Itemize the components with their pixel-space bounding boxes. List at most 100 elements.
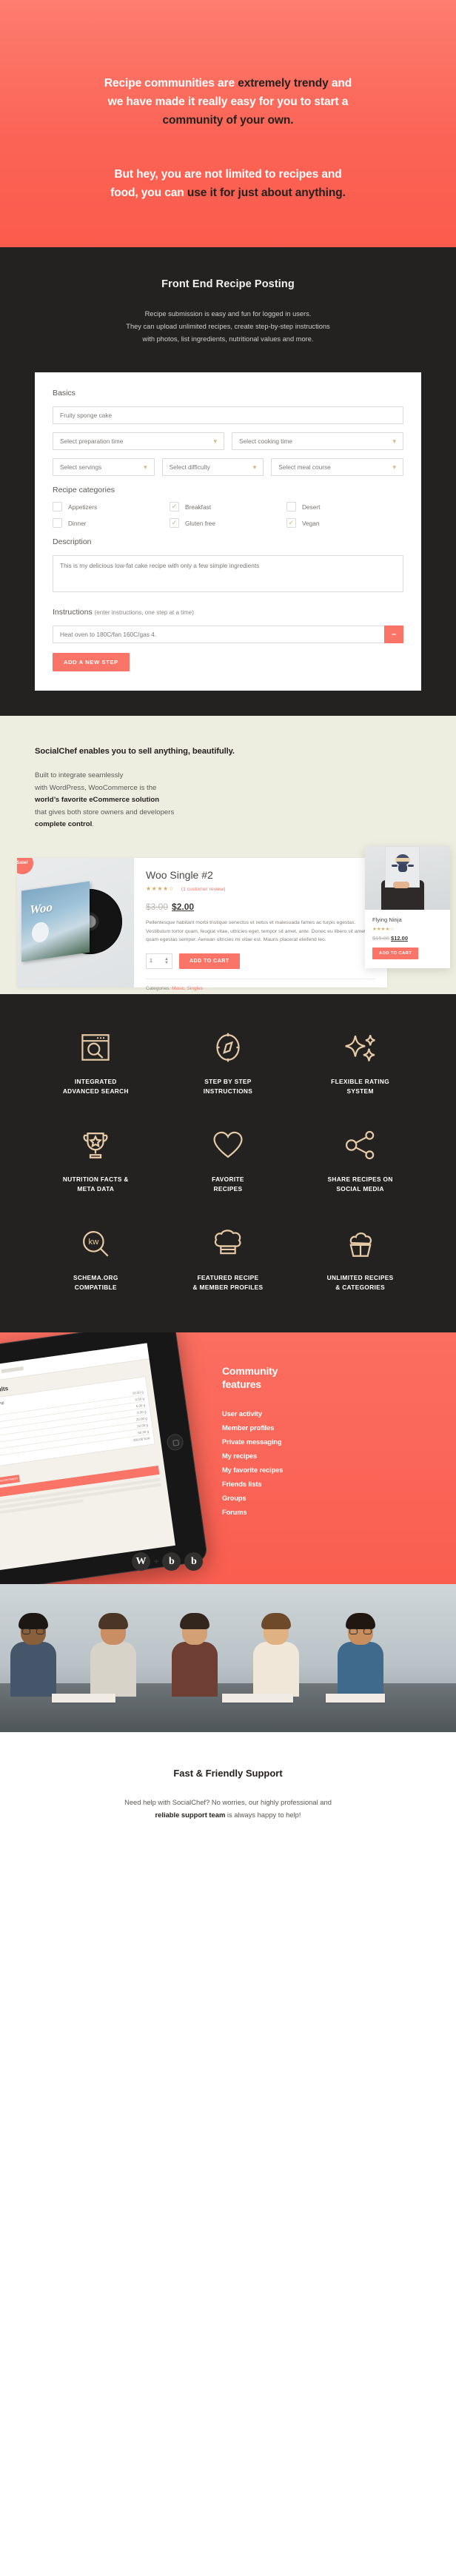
chef-hat-icon [162,1224,295,1263]
instruction-step-input[interactable] [53,625,384,644]
subtitle-line-1: Recipe submission is easy and fun for lo… [144,309,312,318]
support-body-emphasis: reliable support team [155,1810,226,1819]
tablet-home-button[interactable] [166,1433,184,1452]
compass-icon [162,1028,295,1067]
community-copy: Community features User activity Member … [222,1365,441,1523]
feature-integrated-advanced-search: INTEGRATED ADVANCED SEARCH [30,1028,162,1097]
nutrition-value: 10.00 g [136,1423,149,1429]
glasses-lens-left [349,1629,358,1635]
checkbox-box-checked[interactable]: ✓ [169,518,179,529]
hero-headline-2: we have made it really easy for you to s… [107,95,349,109]
checkbox-gluten-free[interactable]: ✓ Gluten free [169,518,286,529]
add-to-cart-button[interactable]: ADD TO CART [179,953,240,970]
detail-selects-row: Select servings ▾ Select difficulty ▾ Se… [53,458,403,477]
features-section: INTEGRATED ADVANCED SEARCH STEP BY STEP IN… [0,993,456,1333]
tablet-mockup: with a twist for adults Nutrition facts … [0,1332,222,1585]
quantity-stepper[interactable]: 1 ▲ ▼ [146,953,172,970]
sparkles-icon [294,1028,426,1067]
feature-flexible-rating-system: FLEXIBLE RATING SYSTEM [294,1028,426,1097]
heart-icon [162,1126,295,1164]
checkbox-label: Gluten free [184,519,216,527]
album-sleeve-graphic: Woo [21,881,90,962]
hero-text-1c: and [328,77,352,90]
community-heading-line2: features [222,1378,261,1390]
floating-product-title: Flying Ninja [372,916,402,923]
hero-headline-4: But hey, you are not limited to recipes … [114,168,342,181]
checkbox-dinner[interactable]: Dinner [53,518,170,529]
woo-body: Built to integrate seamlessly with WordP… [35,770,421,831]
checkbox-label: Dinner [68,519,87,527]
checkbox-box-checked[interactable]: ✓ [169,502,179,512]
woo-body-4: that gives both store owners and develop… [35,808,175,816]
person-3 [172,1613,218,1697]
ninja-arm-left [392,864,398,867]
checkbox-box[interactable] [53,502,62,512]
checkbox-appetizers[interactable]: Appetizers [53,502,170,512]
checkbox-box[interactable] [53,518,62,529]
select-difficulty[interactable]: Select difficulty ▾ [161,458,264,477]
floating-new-price: $12.00 [391,934,408,942]
open-book-2 [222,1694,293,1703]
recipe-title-input[interactable] [53,406,403,425]
star-rating-icon: ★★★★☆ [146,885,175,892]
basics-label: Basics [53,389,76,398]
chevron-down-icon: ▾ [144,463,147,471]
checkbox-desert[interactable]: Desert [286,502,403,512]
chevron-down-icon: ▾ [392,437,396,445]
product-categories-links[interactable]: Music, Singles [172,986,203,991]
product-image: Sale! Woo [17,857,134,987]
hero-text-1a: Recipe communities are [104,77,238,90]
tablet-app-body: with a twist for adults Nutrition facts … [0,1359,169,1528]
community-heading-line1: Community [222,1365,278,1378]
checkbox-label: Desert [301,503,321,511]
person-5 [338,1613,383,1697]
feature-featured-recipe-member-profiles: FEATURED RECIPE & MEMBER PROFILES [162,1224,295,1293]
tablet-screen: with a twist for adults Nutrition facts … [0,1343,175,1575]
feature-label-line2: COMPATIBLE [74,1283,117,1291]
select-preparation-time-label: Select preparation time [60,437,124,446]
hero-headline-1: Recipe communities are extremely trendy … [41,74,415,93]
checkbox-box-checked[interactable]: ✓ [286,518,296,529]
sale-badge: Sale! [17,857,33,874]
checkbox-breakfast[interactable]: ✓ Breakfast [169,502,286,512]
person-body [172,1642,218,1697]
chevron-down-icon: ▾ [392,463,396,471]
person-hair [261,1613,291,1630]
feature-label-line1: UNLIMITED RECIPES [326,1273,394,1281]
stepper-arrows-icon[interactable]: ▲ ▼ [164,957,169,965]
person-head [346,1613,375,1646]
nutrition-value: 5.00 g [135,1403,146,1408]
kw-schema-icon: kw [30,1224,162,1263]
select-meal-course[interactable]: Select meal course ▾ [271,458,403,477]
select-servings-label: Select servings [60,463,102,472]
select-cooking-time[interactable]: Select cooking time ▾ [232,432,403,451]
list-item: Member profiles [222,1424,275,1432]
quantity-value: 1 [150,959,152,965]
hero-emphasis-3: community of your own. [162,114,294,127]
glasses-icon [22,1629,44,1635]
woo-body-1: Built to integrate seamlessly [35,771,124,780]
instructions-label: Instructions (enter instructions, one st… [53,608,403,617]
select-preparation-time[interactable]: Select preparation time ▾ [53,432,224,451]
hero-headline-5: food, you can use it for just about anyt… [41,184,415,202]
share-pinterest-button[interactable]: PIN ON PINTEREST [0,1475,21,1486]
select-servings[interactable]: Select servings ▾ [53,458,155,477]
list-item: Forums [222,1509,247,1517]
nutrition-value: 10.00 g [132,1389,144,1395]
section-subtitle: Recipe submission is easy and fun for lo… [69,308,387,346]
floating-add-to-cart-button[interactable]: ADD TO CART [372,947,419,959]
woo-body-2: with WordPress, WooCommerce is the [35,783,157,792]
feature-label-line2: ADVANCED SEARCH [62,1087,129,1095]
customer-review-link[interactable]: (1 customer review) [181,887,226,892]
description-textarea[interactable]: This is my delicious low-fat cake recipe… [53,555,403,593]
feature-share-recipes-social-media: SHARE RECIPES ON SOCIAL MEDIA [294,1126,426,1195]
checkbox-vegan[interactable]: ✓ Vegan [286,518,403,529]
support-section: Fast & Friendly Support Need help with S… [0,1732,456,1862]
minus-icon[interactable]: – [384,625,403,644]
checkbox-box[interactable] [286,502,296,512]
recipe-categories-group: Recipe categories Appetizers ✓ Breakfast … [53,486,403,534]
feature-label-line1: SCHEMA.ORG [73,1273,118,1281]
add-new-step-button[interactable]: ADD A NEW STEP [53,653,130,672]
product-categories-label: Categories: [146,986,171,992]
cupcake-icon [294,1224,426,1263]
